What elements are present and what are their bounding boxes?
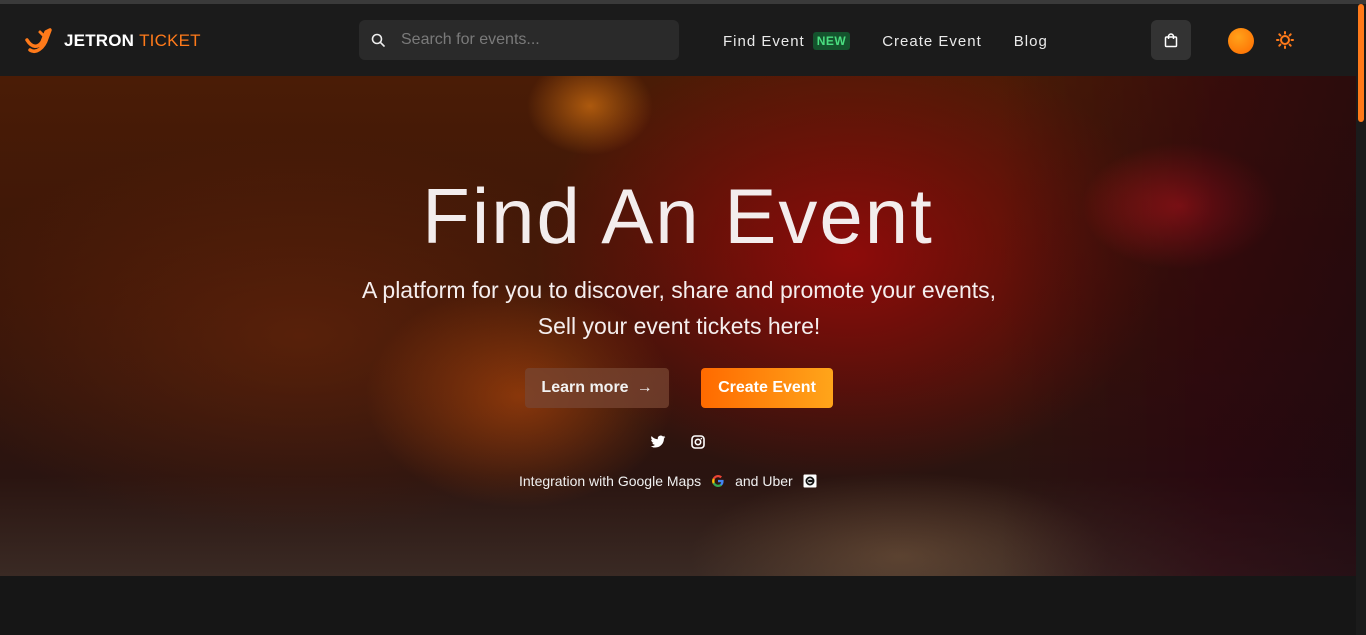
- search-input[interactable]: [401, 31, 661, 49]
- nav-find-event-label: Find Event: [723, 32, 805, 50]
- create-event-button[interactable]: Create Event: [701, 368, 833, 408]
- search-icon: [371, 33, 385, 47]
- hero-section: Find An Event A platform for you to disc…: [0, 76, 1356, 576]
- learn-more-label: Learn more: [541, 379, 629, 396]
- brand-name: JETRON TICKET: [64, 31, 201, 51]
- integration-text-uber: and Uber: [735, 473, 793, 489]
- user-avatar[interactable]: [1228, 28, 1254, 54]
- cart-button[interactable]: [1151, 20, 1191, 60]
- search-box: [359, 20, 679, 60]
- integration-text-google: Integration with Google Maps: [519, 473, 702, 489]
- arrow-right-icon: →: [636, 379, 653, 396]
- brand-name-light: TICKET: [139, 31, 201, 50]
- social-links: [650, 434, 706, 450]
- nav-create-event[interactable]: Create Event: [882, 33, 982, 50]
- shopping-bag-icon: [1164, 33, 1178, 48]
- nav-find-event[interactable]: Find Event NEW: [723, 32, 851, 50]
- scrollbar-thumb[interactable]: [1358, 4, 1364, 122]
- hero-subtitle: A platform for you to discover, share an…: [361, 277, 997, 339]
- brand-logo[interactable]: JETRON TICKET: [24, 26, 201, 56]
- navbar: JETRON TICKET Find Event NEW Create Even…: [0, 4, 1356, 76]
- hero-title: Find An Event: [422, 172, 934, 260]
- google-icon: [712, 475, 724, 487]
- brand-name-bold: JETRON: [64, 31, 135, 50]
- page-scrollbar[interactable]: [1356, 4, 1366, 635]
- hero-background-overlay: [1000, 76, 1356, 576]
- main-nav: Find Event NEW Create Event Blog: [723, 32, 1048, 50]
- instagram-icon[interactable]: [690, 434, 706, 450]
- integrations-note: Integration with Google Maps and Uber: [519, 473, 817, 489]
- nav-blog[interactable]: Blog: [1014, 33, 1048, 50]
- twitter-icon[interactable]: [650, 434, 666, 450]
- jetron-logo-icon: [25, 28, 52, 53]
- learn-more-button[interactable]: Learn more →: [525, 368, 669, 408]
- uber-icon: [803, 474, 817, 488]
- new-badge: NEW: [812, 32, 851, 50]
- sun-icon[interactable]: [1276, 31, 1294, 49]
